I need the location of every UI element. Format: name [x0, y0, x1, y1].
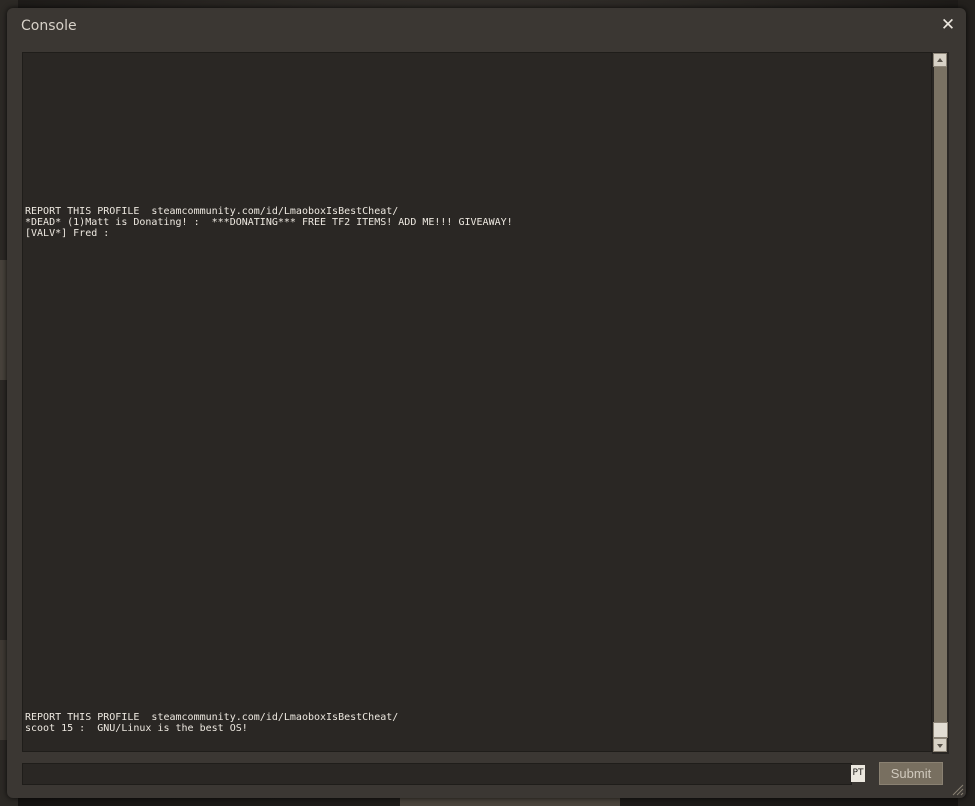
- vertical-scrollbar[interactable]: [932, 52, 949, 754]
- chevron-down-icon[interactable]: [933, 738, 947, 752]
- console-line: scoot 15 : GNU/Linux is the best OS!: [25, 723, 248, 734]
- console-window: Console ✕ REPORT THIS PROFILE steamcommu…: [7, 8, 966, 798]
- submit-button[interactable]: Submit: [879, 762, 943, 785]
- window-title: Console: [21, 18, 77, 34]
- console-line: *DEAD* (1)Matt is Donating! : ***DONATIN…: [25, 217, 513, 228]
- chevron-up-icon[interactable]: [933, 53, 947, 67]
- scroll-thumb[interactable]: [933, 722, 948, 738]
- console-line: REPORT THIS PROFILE steamcommunity.com/i…: [25, 712, 399, 723]
- console-line: [VALV*] Fred :: [25, 228, 110, 239]
- scroll-track[interactable]: [934, 67, 947, 738]
- console-output: REPORT THIS PROFILE steamcommunity.com/i…: [22, 52, 932, 752]
- close-icon[interactable]: ✕: [938, 15, 958, 35]
- resize-grip-icon[interactable]: [951, 783, 964, 796]
- language-indicator: PT: [851, 765, 865, 782]
- console-line: REPORT THIS PROFILE steamcommunity.com/i…: [25, 206, 399, 217]
- game-background: Console ✕ REPORT THIS PROFILE steamcommu…: [0, 0, 975, 806]
- command-input[interactable]: [22, 763, 852, 785]
